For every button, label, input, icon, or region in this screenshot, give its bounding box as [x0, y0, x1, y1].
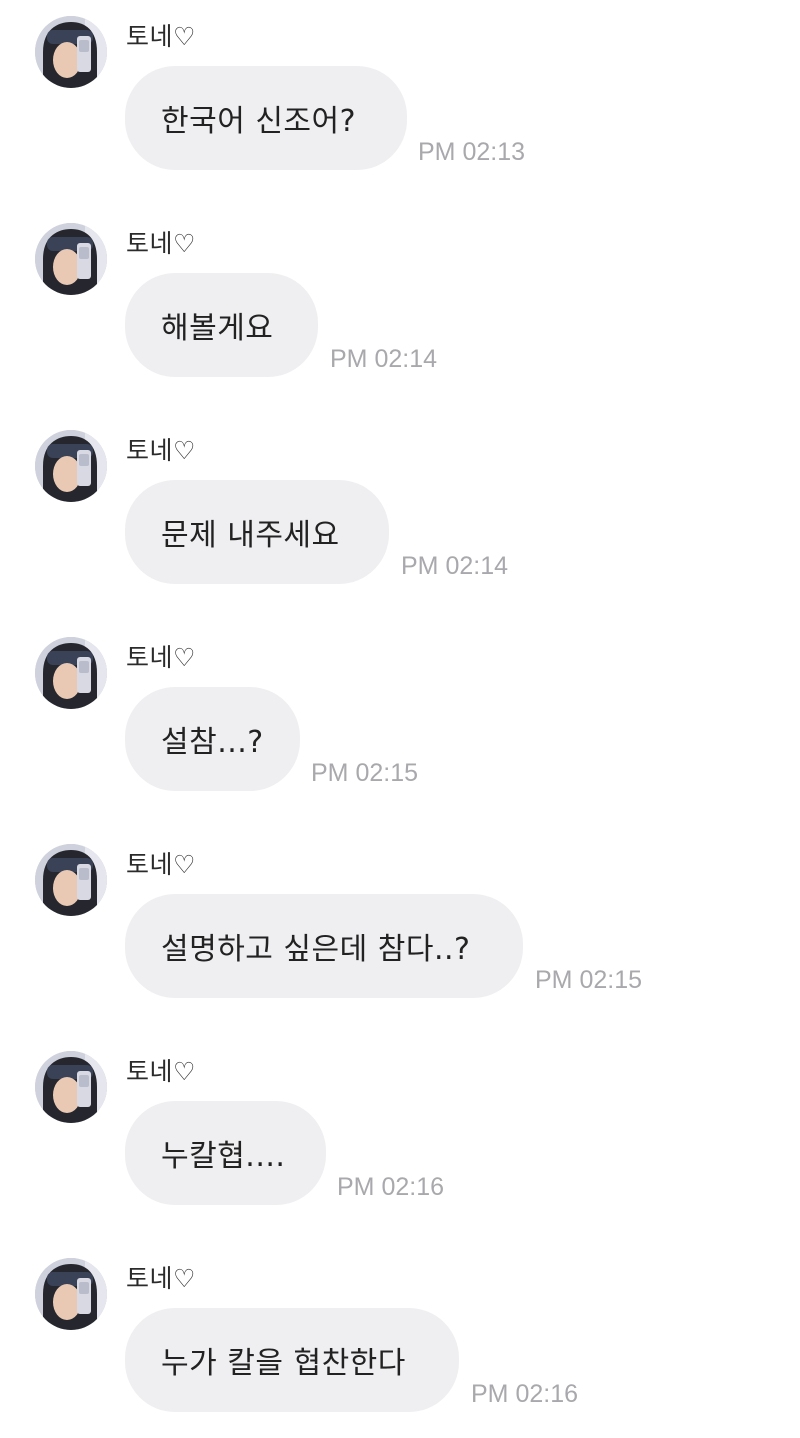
message-text: 누칼협.... [161, 1139, 286, 1174]
sender-name: 토네♡ [126, 1264, 196, 1293]
avatar[interactable] [35, 637, 107, 709]
message-timestamp: PM 02:14 [330, 345, 438, 373]
message-item: 토네♡ 해볼게요 PM 02:14 [0, 207, 800, 397]
sender-name: 토네♡ [126, 1057, 196, 1086]
avatar[interactable] [35, 430, 107, 502]
message-item: 토네♡ 누칼협.... PM 02:16 [0, 1035, 800, 1225]
avatar[interactable] [35, 1051, 107, 1123]
message-text: 설참...? [161, 725, 264, 760]
sender-name: 토네♡ [126, 22, 196, 51]
message-text: 설명하고 싶은데 참다..? [161, 932, 471, 967]
message-bubble[interactable]: 해볼게요 [125, 273, 318, 377]
message-item: 토네♡ 누가 칼을 협찬한다 PM 02:16 [0, 1242, 800, 1432]
message-item: 토네♡ 설참...? PM 02:15 [0, 621, 800, 811]
avatar[interactable] [35, 223, 107, 295]
message-bubble[interactable]: 누가 칼을 협찬한다 [125, 1308, 459, 1412]
avatar[interactable] [35, 16, 107, 88]
message-item: 토네♡ 문제 내주세요 PM 02:14 [0, 414, 800, 604]
message-item: 토네♡ 설명하고 싶은데 참다..? PM 02:15 [0, 828, 800, 1018]
message-timestamp: PM 02:14 [401, 552, 509, 580]
message-bubble[interactable]: 문제 내주세요 [125, 480, 389, 584]
sender-name: 토네♡ [126, 643, 196, 672]
message-text: 해볼게요 [161, 311, 274, 346]
message-timestamp: PM 02:15 [535, 966, 643, 994]
message-item: 토네♡ 한국어 신조어? PM 02:13 [0, 0, 800, 190]
sender-name: 토네♡ [126, 436, 196, 465]
sender-name: 토네♡ [126, 229, 196, 258]
message-bubble[interactable]: 설참...? [125, 687, 300, 791]
sender-name: 토네♡ [126, 850, 196, 879]
avatar[interactable] [35, 1258, 107, 1330]
message-text: 누가 칼을 협찬한다 [161, 1346, 406, 1381]
message-timestamp: PM 02:16 [471, 1380, 579, 1408]
message-bubble[interactable]: 누칼협.... [125, 1101, 326, 1205]
message-text: 문제 내주세요 [161, 518, 340, 553]
message-bubble[interactable]: 한국어 신조어? [125, 66, 407, 170]
message-timestamp: PM 02:13 [418, 138, 526, 166]
message-timestamp: PM 02:16 [337, 1173, 445, 1201]
message-text: 한국어 신조어? [161, 104, 357, 139]
message-timestamp: PM 02:15 [311, 759, 419, 787]
message-bubble[interactable]: 설명하고 싶은데 참다..? [125, 894, 523, 998]
avatar[interactable] [35, 844, 107, 916]
chat-thread: 토네♡ 한국어 신조어? PM 02:13 토네♡ 해볼게요 PM 02:14 [0, 0, 800, 1438]
